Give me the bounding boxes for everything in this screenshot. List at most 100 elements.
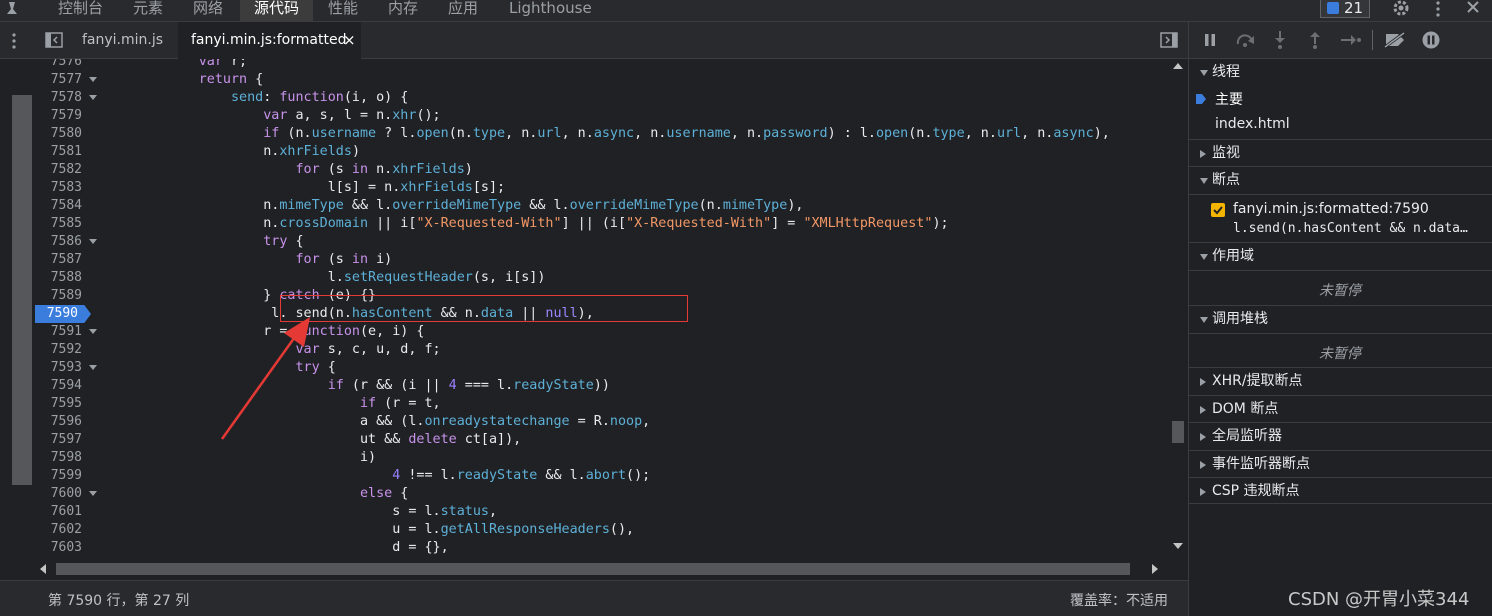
step-icon[interactable] — [1341, 34, 1361, 46]
tab-network[interactable]: 网络 — [193, 0, 223, 22]
scroll-down-icon[interactable] — [1173, 543, 1183, 549]
toggle-navigator-icon[interactable] — [45, 32, 63, 48]
line-number[interactable]: 7581 — [51, 143, 82, 161]
fold-toggle-icon[interactable] — [89, 365, 97, 370]
code-line[interactable]: n.mimeType && l.overrideMimeType && l.ov… — [102, 197, 803, 215]
tab-application[interactable]: 应用 — [448, 0, 478, 22]
scroll-up-icon[interactable] — [1173, 63, 1183, 69]
line-number[interactable]: 7587 — [51, 251, 82, 269]
line-number[interactable]: 7586 — [51, 233, 82, 251]
fold-toggle-icon[interactable] — [89, 491, 97, 496]
line-number[interactable]: 7585 — [51, 215, 82, 233]
line-number[interactable]: 7591 — [51, 323, 82, 341]
code-line[interactable]: for (s in n.xhrFields) — [102, 161, 472, 179]
line-number[interactable]: 7603 — [51, 539, 82, 557]
code-line[interactable]: 4 !== l.readyState && l.abort(); — [102, 467, 650, 485]
section-watch[interactable]: 监视 — [1189, 139, 1492, 166]
fold-toggle-icon[interactable] — [89, 77, 97, 82]
fold-toggle-icon[interactable] — [89, 95, 97, 100]
code-line[interactable]: var a, s, l = n.xhr(); — [102, 107, 440, 125]
step-into-icon[interactable] — [1274, 31, 1286, 49]
line-number[interactable]: 7601 — [51, 503, 82, 521]
tab-console[interactable]: 控制台 — [58, 0, 103, 22]
line-number[interactable]: 7600 — [51, 485, 82, 503]
deactivate-breakpoints-icon[interactable] — [1384, 31, 1406, 49]
tab-lighthouse[interactable]: Lighthouse — [509, 0, 592, 22]
code-line[interactable]: l[s] = n.xhrFields[s]; — [102, 179, 505, 197]
line-number[interactable]: 7590 — [47, 305, 78, 323]
line-number[interactable]: 7597 — [51, 431, 82, 449]
vertical-scroll-thumb[interactable] — [1172, 421, 1184, 443]
line-number[interactable]: 7595 — [51, 395, 82, 413]
section-global-listeners[interactable]: 全局监听器 — [1189, 422, 1492, 449]
code-line[interactable]: else { — [102, 485, 408, 503]
inspect-icon[interactable] — [6, 2, 18, 16]
code-line[interactable]: var r; — [102, 59, 247, 71]
horizontal-scrollbar[interactable] — [36, 559, 1168, 579]
tab-memory[interactable]: 内存 — [388, 0, 418, 22]
section-event-listener-breakpoints[interactable]: 事件监听器断点 — [1189, 450, 1492, 477]
close-devtools-icon[interactable] — [1465, 0, 1481, 15]
line-number[interactable]: 7576 — [51, 59, 82, 71]
section-xhr-breakpoints[interactable]: XHR/提取断点 — [1189, 367, 1492, 394]
more-vertical-icon[interactable] — [1434, 0, 1442, 18]
tab-sources[interactable]: 源代码 — [240, 0, 314, 22]
section-csp-breakpoints[interactable]: CSP 违规断点 — [1189, 477, 1492, 504]
line-number[interactable]: 7589 — [51, 287, 82, 305]
pause-icon[interactable] — [1204, 34, 1216, 46]
file-tab-fanyi-min-js[interactable]: fanyi.min.js — [68, 22, 178, 59]
code-line[interactable]: try { — [102, 233, 303, 251]
fold-toggle-icon[interactable] — [89, 329, 97, 334]
line-number[interactable]: 7592 — [51, 341, 82, 359]
step-out-icon[interactable] — [1309, 31, 1321, 49]
code-line[interactable]: n.xhrFields) — [102, 143, 360, 161]
code-line[interactable]: n.crossDomain || i["X-Requested-With"] |… — [102, 215, 948, 233]
scroll-right-icon[interactable] — [1152, 564, 1158, 574]
code-line[interactable]: d = {}, — [102, 539, 448, 557]
code-line[interactable]: return { — [102, 71, 264, 89]
code-line[interactable]: if (r && (i || 4 === l.readyState)) — [102, 377, 610, 395]
section-breakpoints[interactable]: 断点 — [1189, 166, 1492, 193]
line-number[interactable]: 7582 — [51, 161, 82, 179]
code-line[interactable]: s = l.status, — [102, 503, 497, 521]
breakpoint-item[interactable]: fanyi.min.js:formatted:7590 l.send(n.has… — [1189, 194, 1492, 240]
coverage-status[interactable]: 覆盖率：不适用 — [1070, 590, 1168, 610]
horizontal-scroll-thumb[interactable] — [56, 563, 1130, 575]
line-number[interactable]: 7596 — [51, 413, 82, 431]
navigator-scrollbar[interactable] — [12, 95, 32, 485]
code-editor[interactable]: 7576 7577 7578 7579 7580 7581 7582 7583 7584 7585… — [0, 59, 1188, 580]
close-tab-icon[interactable]: × — [343, 22, 356, 59]
line-number[interactable]: 7583 — [51, 179, 82, 197]
line-number[interactable]: 7579 — [51, 107, 82, 125]
thread-item-index[interactable]: index.html — [1189, 112, 1492, 139]
tab-elements[interactable]: 元素 — [133, 0, 163, 22]
scroll-left-icon[interactable] — [40, 564, 46, 574]
toggle-debugger-sidebar-icon[interactable] — [1160, 32, 1178, 48]
line-number[interactable]: 7580 — [51, 125, 82, 143]
line-number-gutter[interactable]: 7576 7577 7578 7579 7580 7581 7582 7583 7584 7585… — [0, 59, 102, 580]
gear-icon[interactable] — [1392, 0, 1410, 17]
line-number[interactable]: 7598 — [51, 449, 82, 467]
section-callstack[interactable]: 调用堆栈 — [1189, 305, 1492, 332]
line-number[interactable]: 7599 — [51, 467, 82, 485]
code-line[interactable]: a && (l.onreadystatechange = R.noop, — [102, 413, 650, 431]
pause-on-exceptions-icon[interactable] — [1422, 31, 1440, 49]
section-scope[interactable]: 作用域 — [1189, 242, 1492, 269]
step-over-icon[interactable] — [1235, 32, 1255, 48]
code-line[interactable]: for (s in i) — [102, 251, 392, 269]
code-line[interactable]: if (n.username ? l.open(n.type, n.url, n… — [102, 125, 1110, 143]
line-number[interactable]: 7578 — [51, 89, 82, 107]
line-number[interactable]: 7602 — [51, 521, 82, 539]
code-line[interactable]: l.setRequestHeader(s, i[s]) — [102, 269, 546, 287]
section-threads[interactable]: 线程 — [1189, 58, 1492, 85]
line-number[interactable]: 7577 — [51, 71, 82, 89]
code-line[interactable]: send: function(i, o) { — [102, 89, 408, 107]
vertical-scrollbar[interactable] — [1168, 59, 1188, 559]
more-vertical-icon[interactable] — [10, 32, 18, 50]
fold-toggle-icon[interactable] — [89, 239, 97, 244]
thread-item-main[interactable]: 主要 — [1189, 85, 1492, 112]
line-number[interactable]: 7588 — [51, 269, 82, 287]
section-dom-breakpoints[interactable]: DOM 断点 — [1189, 395, 1492, 422]
issues-badge[interactable]: 21 — [1320, 0, 1370, 18]
breakpoint-checkbox[interactable] — [1211, 203, 1225, 217]
